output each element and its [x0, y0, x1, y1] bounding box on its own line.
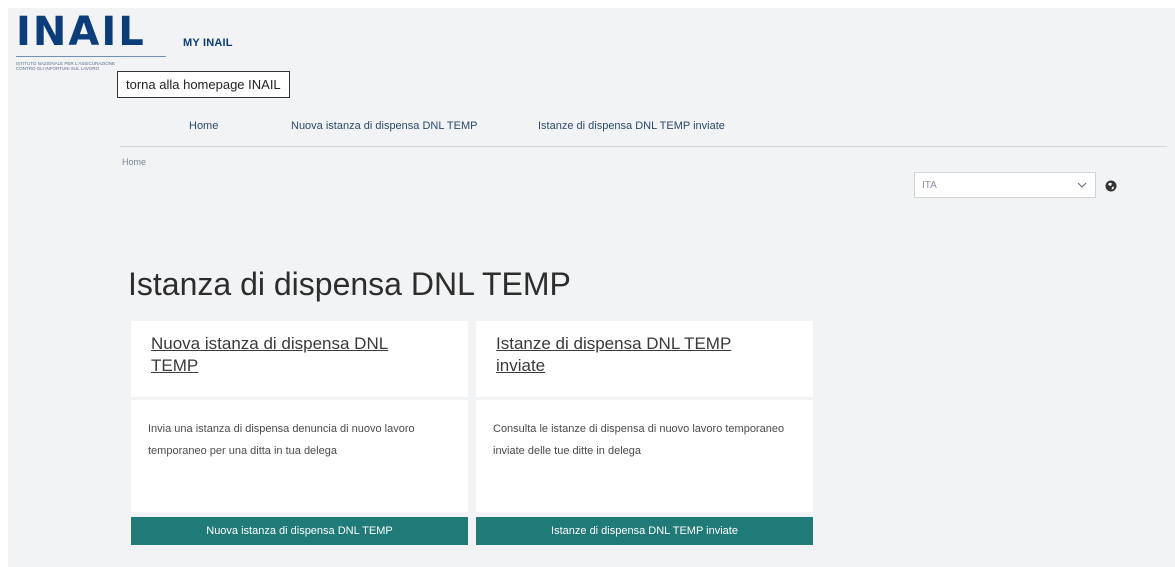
globe-icon[interactable]: [1105, 180, 1117, 192]
nav-item-nuova-istanza[interactable]: Nuova istanza di dispensa DNL TEMP: [291, 120, 477, 132]
page-title: Istanza di dispensa DNL TEMP: [128, 266, 571, 303]
card-body: Consulta le istanze di dispensa di nuovo…: [476, 400, 813, 512]
card-header: Istanze di dispensa DNL TEMP inviate: [476, 321, 813, 397]
card-body: Invia una istanza di dispensa denuncia d…: [131, 400, 468, 512]
logo-tagline: Istituto nazionale per l'assicurazione c…: [16, 61, 116, 71]
top-navigation: Home Nuova istanza di dispensa DNL TEMP …: [120, 118, 1167, 147]
card-description: Consulta le istanze di dispensa di nuovo…: [493, 423, 785, 457]
nav-item-home[interactable]: Home: [189, 120, 218, 132]
card-header: Nuova istanza di dispensa DNL TEMP: [131, 321, 468, 397]
home-tooltip: torna alla homepage INAIL: [117, 71, 290, 98]
istanze-inviate-button[interactable]: Istanze di dispensa DNL TEMP inviate: [476, 517, 813, 545]
card-description: Invia una istanza di dispensa denuncia d…: [148, 423, 415, 457]
language-selected-value: ITA: [922, 180, 937, 191]
nav-item-istanze-inviate[interactable]: Istanze di dispensa DNL TEMP inviate: [538, 120, 725, 132]
chevron-down-icon: [1077, 182, 1087, 188]
card-istanze-inviate: Istanze di dispensa DNL TEMP inviate Con…: [476, 321, 813, 546]
language-select[interactable]: ITA: [914, 172, 1096, 198]
card-title-link[interactable]: Istanze di dispensa DNL TEMP inviate: [496, 333, 776, 377]
nuova-istanza-button[interactable]: Nuova istanza di dispensa DNL TEMP: [131, 517, 468, 545]
app-name[interactable]: MY INAIL: [183, 37, 233, 49]
logo-wordmark: INAIL: [16, 9, 146, 55]
card-title-link[interactable]: Nuova istanza di dispensa DNL TEMP: [151, 333, 431, 377]
card-nuova-istanza: Nuova istanza di dispensa DNL TEMP Invia…: [131, 321, 468, 546]
logo-divider: [16, 56, 166, 57]
breadcrumb[interactable]: Home: [122, 157, 146, 167]
inail-logo[interactable]: INAIL Istituto nazionale per l'assicuraz…: [16, 10, 166, 74]
